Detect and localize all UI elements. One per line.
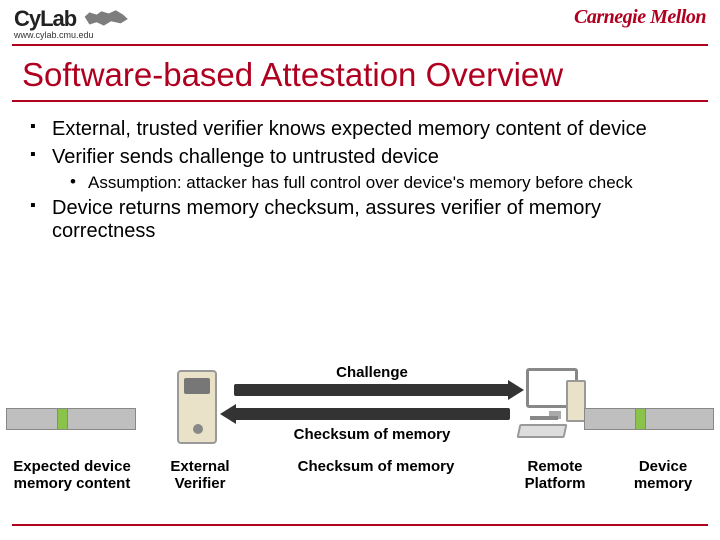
slide-header: CyLab www.cylab.cmu.edu Carnegie Mellon (0, 0, 720, 42)
cylab-logo: CyLab www.cylab.cmu.edu (14, 6, 130, 40)
caption-external-verifier: External Verifier (160, 458, 240, 493)
bullet-item: External, trusted verifier knows expecte… (30, 118, 690, 142)
caption-checksum: Checksum of memory (276, 458, 476, 475)
bullet-text: Device returns memory checksum, assures … (52, 197, 601, 243)
world-map-icon (82, 8, 130, 30)
footer-divider (12, 524, 708, 526)
cylab-logo-text: CyLab (14, 6, 76, 32)
bullet-item: Verifier sends challenge to untrusted de… (30, 146, 690, 193)
bullet-text: External, trusted verifier knows expecte… (52, 118, 647, 140)
sub-bullet-item: Assumption: attacker has full control ov… (70, 173, 690, 193)
caption-device-memory: Device memory (618, 458, 708, 493)
caption-expected-memory: Expected device memory content (2, 458, 142, 493)
challenge-label: Challenge (234, 364, 510, 381)
caption-remote-platform: Remote Platform (510, 458, 600, 493)
bullet-item: Device returns memory checksum, assures … (30, 197, 690, 244)
slide-title: Software-based Attestation Overview (0, 46, 720, 100)
slide-body: External, trusted verifier knows expecte… (0, 118, 720, 244)
server-icon (170, 370, 225, 452)
bullet-list: External, trusted verifier knows expecte… (30, 118, 690, 244)
desktop-computer-icon (518, 368, 588, 448)
device-memory-bar-icon (584, 408, 714, 430)
challenge-arrow (234, 384, 510, 396)
sub-bullet-list: Assumption: attacker has full control ov… (70, 173, 690, 193)
sub-bullet-text: Assumption: attacker has full control ov… (88, 173, 633, 192)
attestation-diagram: Challenge Checksum of memory Expected de… (0, 348, 720, 500)
checksum-arrow (234, 408, 510, 420)
expected-memory-bar-icon (6, 408, 136, 430)
title-underline (12, 100, 708, 102)
carnegie-mellon-wordmark: Carnegie Mellon (574, 6, 706, 29)
bullet-text: Verifier sends challenge to untrusted de… (52, 146, 439, 168)
checksum-label: Checksum of memory (234, 426, 510, 443)
cylab-url: www.cylab.cmu.edu (14, 30, 130, 40)
